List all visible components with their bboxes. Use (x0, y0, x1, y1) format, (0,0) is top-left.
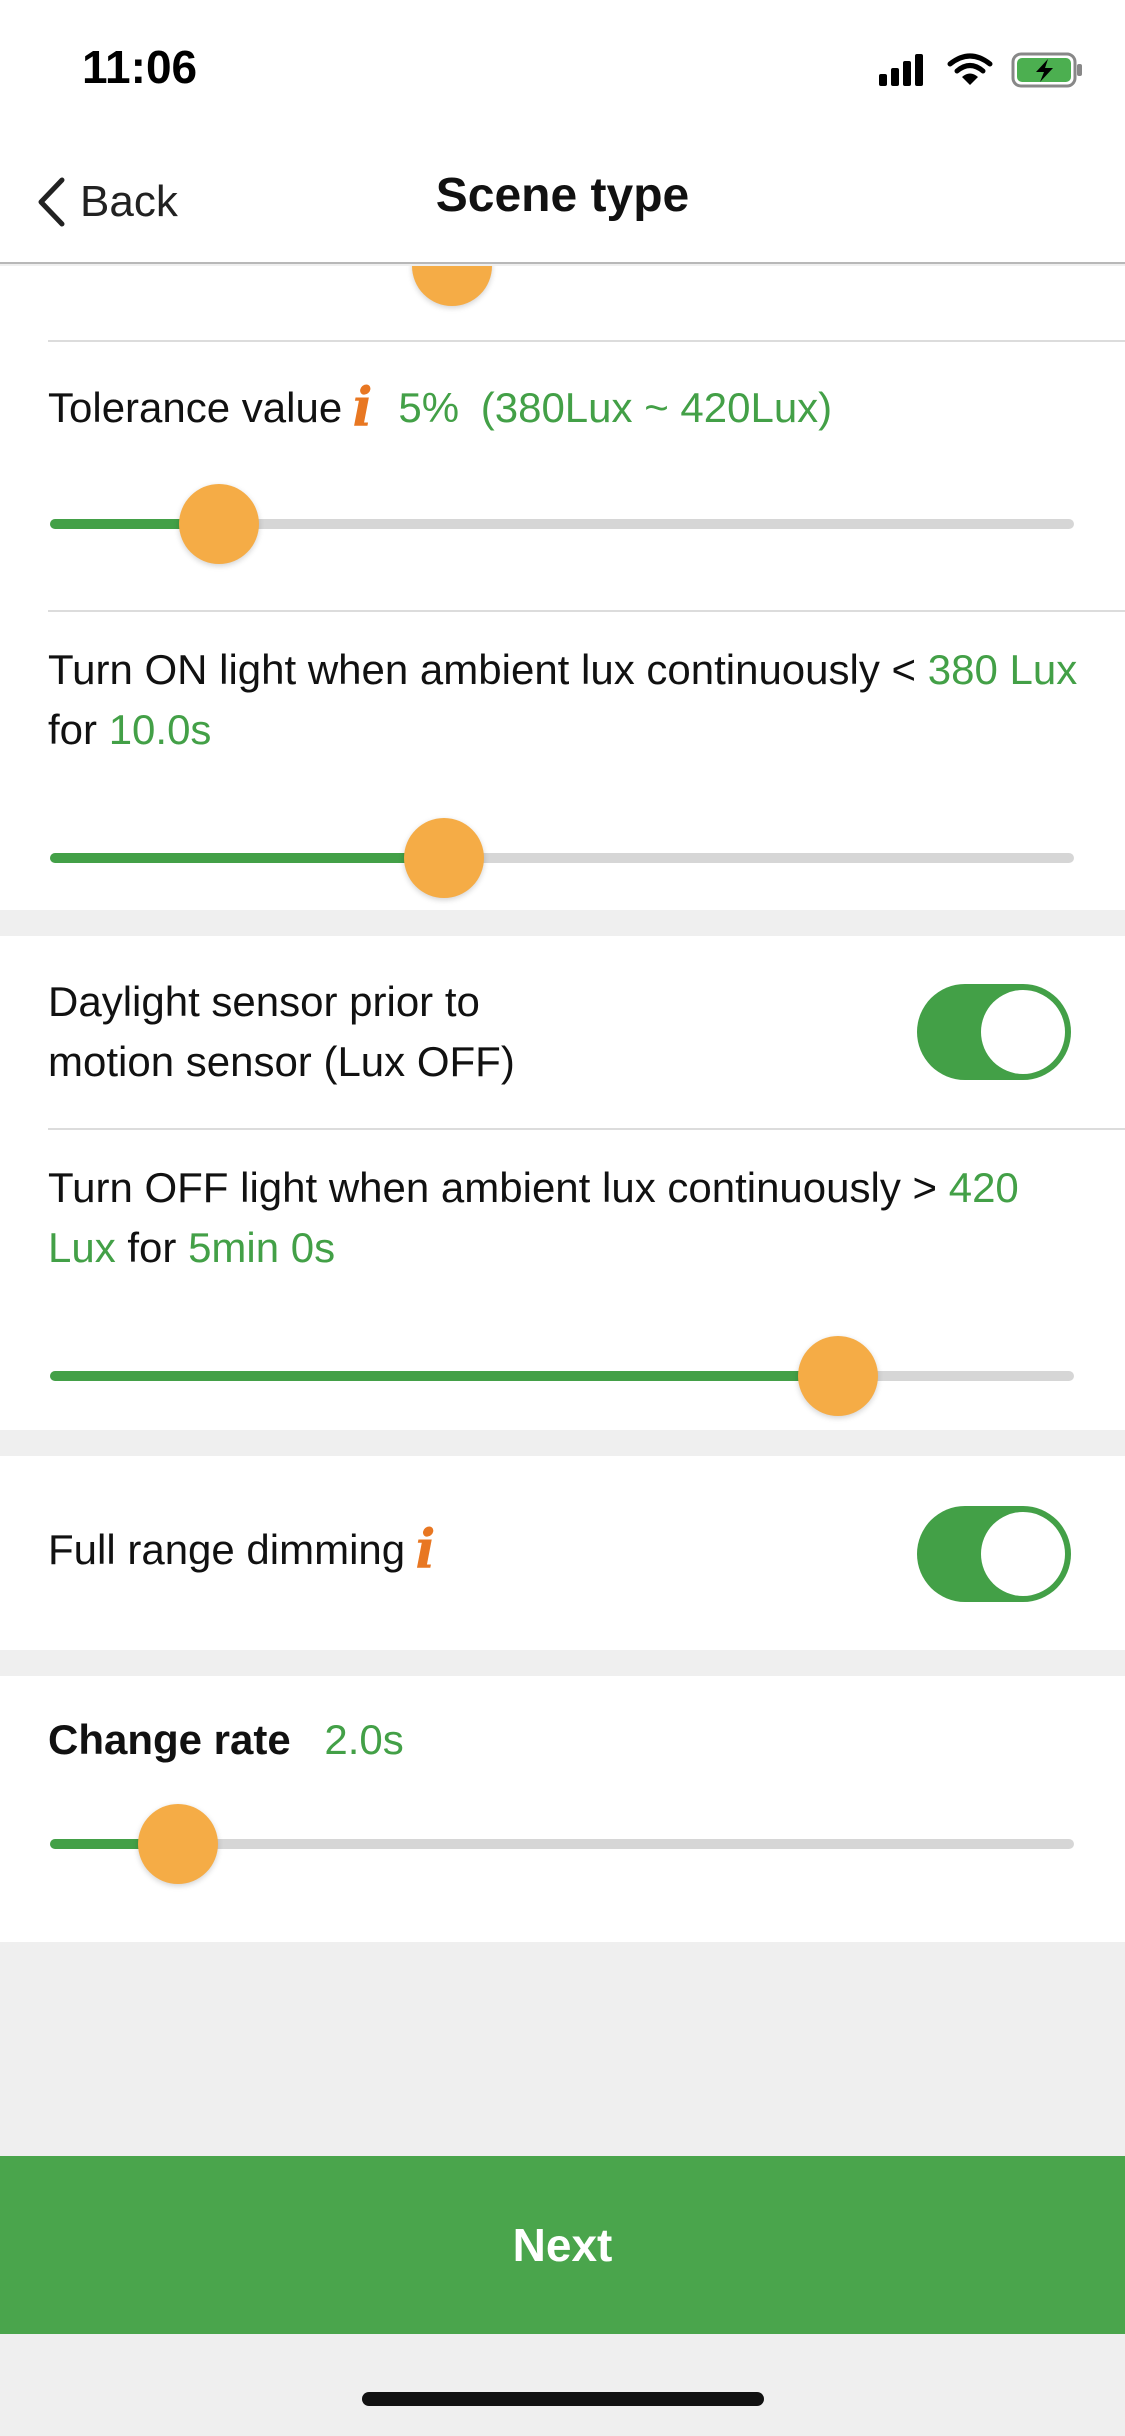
toggle-knob (981, 1512, 1065, 1596)
info-icon[interactable]: i (415, 1522, 436, 1576)
turn-on-text: Turn ON light when ambient lux continuou… (48, 646, 917, 693)
tolerance-label: Tolerance value (48, 384, 343, 431)
tolerance-range: (380Lux ~ 420Lux) (480, 384, 833, 431)
divider (48, 340, 1125, 342)
change-rate-value: 2.0s (324, 1716, 404, 1763)
next-button[interactable]: Next (0, 2156, 1125, 2334)
status-bar: 11:06 (0, 0, 1125, 140)
status-icons (877, 48, 1085, 92)
info-icon[interactable]: i (352, 380, 373, 434)
tolerance-slider[interactable] (50, 484, 1074, 564)
turn-off-row: Turn OFF light when ambient lux continuo… (48, 1158, 1089, 1278)
slider-thumb[interactable] (404, 818, 485, 898)
divider (48, 1128, 1125, 1130)
status-time: 11:06 (82, 41, 198, 93)
change-rate-slider[interactable] (50, 1804, 1074, 1884)
change-rate-row: Change rate 2.0s (48, 1710, 1089, 1770)
change-rate-label: Change rate (48, 1716, 291, 1763)
slider-thumb[interactable] (798, 1336, 879, 1416)
previous-slider[interactable] (50, 266, 1074, 306)
slider-fill (50, 853, 445, 863)
settings-content[interactable]: Tolerance value i 5% (380Lux ~ 420Lux) Tu… (0, 266, 1125, 2156)
turn-off-slider[interactable] (50, 1336, 1074, 1416)
nav-bar: Back Scene type (0, 140, 1125, 264)
turn-off-duration: 5min 0s (188, 1224, 336, 1271)
turn-on-duration: 10.0s (108, 706, 212, 753)
change-rate-card: Change rate 2.0s (0, 1676, 1125, 1942)
full-range-dimming-toggle[interactable] (917, 1506, 1071, 1602)
daylight-card: Daylight sensor prior to motion sensor (… (0, 936, 1125, 1430)
lux-settings-card: Tolerance value i 5% (380Lux ~ 420Lux) Tu… (0, 266, 1125, 910)
tolerance-row: Tolerance value i 5% (380Lux ~ 420Lux) (48, 378, 1089, 438)
slider-thumb[interactable] (178, 484, 259, 564)
dimming-card: Full range dimming i (0, 1456, 1125, 1650)
daylight-sensor-toggle[interactable] (917, 984, 1071, 1080)
signal-icon (879, 54, 923, 86)
slider-fill (50, 1371, 839, 1381)
turn-on-for: for (48, 706, 98, 753)
tolerance-percent: 5% (398, 384, 460, 431)
turn-off-for: for (127, 1224, 177, 1271)
toggle-knob (981, 990, 1065, 1074)
turn-on-lux: 380 Lux (927, 646, 1078, 693)
previous-slider-thumb[interactable] (412, 266, 492, 306)
full-range-dimming-label: Full range dimming (48, 1526, 406, 1573)
turn-off-text: Turn OFF light when ambient lux continuo… (48, 1164, 938, 1211)
page-title: Scene type (435, 169, 690, 222)
turn-on-row: Turn ON light when ambient lux continuou… (48, 640, 1089, 760)
slider-thumb[interactable] (138, 1804, 218, 1884)
turn-on-slider[interactable] (50, 818, 1074, 898)
wifi-icon (947, 53, 993, 85)
home-indicator (362, 2392, 764, 2406)
divider (48, 610, 1125, 612)
battery-charging-icon (1011, 52, 1082, 88)
